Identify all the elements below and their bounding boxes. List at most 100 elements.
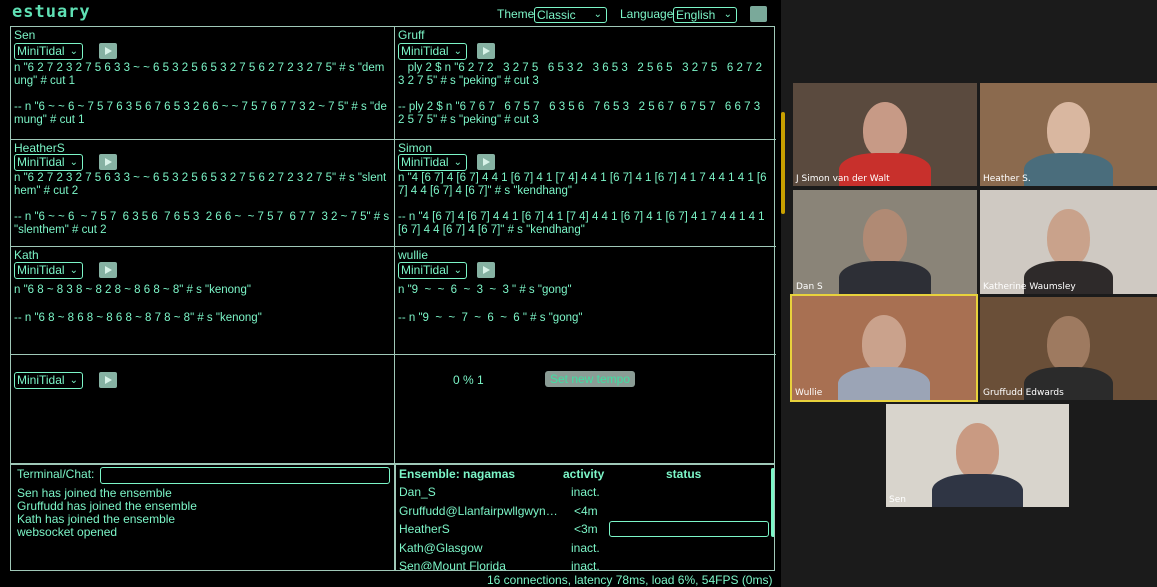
chevron-down-icon: ⌄ [69,375,78,386]
cell-name: Simon [398,141,433,155]
language-label: Language [620,7,674,21]
play-button[interactable] [99,262,117,278]
set-new-tempo-button[interactable]: Set new tempo [545,371,635,387]
play-button[interactable] [477,43,495,59]
top-bar: estuary Theme Classic ⌄ Language English… [0,0,781,25]
engine-select[interactable]: MiniTidal ⌄ [398,43,467,60]
video-tile[interactable]: J Simon van der Walt [793,83,977,186]
member-activity: inact. [571,559,600,571]
video-tile[interactable]: Heather S. [980,83,1157,186]
participant-name: Gruffudd Edwards [983,388,1064,398]
participant-name: Sen [889,495,906,505]
video-tile[interactable]: Katherine Waumsley [980,190,1157,294]
engine-select-value: MiniTidal [401,155,449,169]
panel-scrollbar[interactable] [781,112,785,214]
chevron-down-icon: ⌄ [723,9,732,20]
chevron-down-icon: ⌄ [453,265,462,276]
estuary-logo: estuary [12,2,91,22]
code-editor[interactable]: n "4 [6 7] 4 [6 7] 4 4 1 [6 7] 4 1 [7 4]… [398,172,772,237]
participant-shoulders [839,260,931,294]
ensemble-member: Sen@Mount Florida [399,559,506,571]
code-editor[interactable]: n "6 2 7 2 3 2 7 5 6 3 3 ~ ~ 6 5 3 2 5 6… [14,62,390,127]
chevron-down-icon: ⌄ [593,9,602,20]
cell-name: Sen [14,28,36,42]
participant-head [861,314,907,372]
engine-select[interactable]: MiniTidal ⌄ [14,154,83,171]
member-activity: inact. [571,485,600,499]
participant-shoulders [838,366,930,400]
participant-name: Dan S [796,282,823,292]
ensemble-member: Kath@Glasgow [399,541,483,555]
settings-button[interactable] [750,6,767,22]
connection-status: 16 connections, latency 78ms, load 6%, 5… [487,573,773,587]
play-button[interactable] [99,372,117,388]
engine-select[interactable]: MiniTidal ⌄ [14,43,83,60]
code-cell-empty: MiniTidal ⌄ [11,355,395,465]
code-cell-wullie: wullie MiniTidal ⌄ n "9 ~ ~ 6 ~ 3 ~ 3 " #… [395,247,776,355]
participant-head [1047,101,1090,159]
engine-select[interactable]: MiniTidal ⌄ [398,154,467,171]
video-tile[interactable]: Sen [886,404,1069,507]
play-button[interactable] [99,154,117,170]
engine-select-value: MiniTidal [17,155,65,169]
participant-head [862,208,908,266]
member-activity: inact. [571,541,600,555]
ensemble-scrollbar[interactable] [771,468,774,537]
participant-name: Heather S. [983,174,1031,184]
language-select-value: English [676,8,716,22]
ensemble-grid: Sen MiniTidal ⌄ n "6 2 7 2 3 2 7 5 6 3 3 … [10,26,776,465]
code-editor[interactable]: n "6 8 ~ 8 3 8 ~ 8 2 8 ~ 8 6 8 ~ 8" # s … [14,283,390,325]
chat-input[interactable] [100,467,390,484]
cell-name: wullie [398,248,429,262]
engine-select-value: MiniTidal [17,373,65,387]
chat-message: websocket opened [17,525,118,539]
member-activity: <4m [574,504,598,518]
engine-select-value: MiniTidal [17,263,65,277]
ensemble-member: Gruffudd@Llanfairpwllgwyn… [399,504,558,518]
engine-select-value: MiniTidal [17,44,65,58]
terminal-label: Terminal/Chat: [17,467,95,481]
play-button[interactable] [477,154,495,170]
chevron-down-icon: ⌄ [69,265,78,276]
engine-select[interactable]: MiniTidal ⌄ [14,372,83,389]
theme-select-value: Classic [537,8,576,22]
code-editor[interactable]: n "6 2 7 2 3 2 7 5 6 3 3 ~ ~ 6 5 3 2 5 6… [14,172,390,237]
status-input[interactable] [609,521,769,537]
code-editor[interactable]: n "9 ~ ~ 6 ~ 3 ~ 3 " # s "gong" -- n "9 … [398,283,772,325]
play-button[interactable] [99,43,117,59]
activity-header: activity [563,467,605,481]
engine-select-value: MiniTidal [401,263,449,277]
participant-name: Wullie [795,388,823,398]
chevron-down-icon: ⌄ [69,46,78,57]
code-cell-simon: Simon MiniTidal ⌄ n "4 [6 7] 4 [6 7] 4 4 … [395,140,776,247]
participant-head [862,101,908,159]
participant-shoulders [1024,153,1113,186]
participant-head [1047,315,1090,373]
play-button[interactable] [477,262,495,278]
terminal-chat: Terminal/Chat: Sen has joined the ensemb… [10,464,395,571]
engine-select[interactable]: MiniTidal ⌄ [14,262,83,279]
participant-head [1047,208,1090,266]
ensemble-status: Ensemble: nagamas activity status Dan_S … [395,464,775,571]
participant-name: Katherine Waumsley [983,282,1076,292]
engine-select[interactable]: MiniTidal ⌄ [398,262,467,279]
video-tile[interactable]: Gruffudd Edwards [980,297,1157,400]
estuary-app: estuary Theme Classic ⌄ Language English… [0,0,781,587]
ensemble-title: Ensemble: nagamas [399,467,516,481]
cell-name: Gruff [398,28,425,42]
video-tile[interactable]: Dan S [793,190,977,294]
code-cell-kath: Kath MiniTidal ⌄ n "6 8 ~ 8 3 8 ~ 8 2 8 ~… [11,247,395,355]
theme-select[interactable]: Classic ⌄ [534,7,607,23]
chevron-down-icon: ⌄ [453,46,462,57]
theme-label: Theme [497,7,535,21]
cell-name: HeatherS [14,141,65,155]
code-editor[interactable]: ply 2 $ n "6 2 7 2 3 2 7 5 6 5 3 2 3 6 5… [398,62,772,127]
participant-name: J Simon van der Walt [796,174,890,184]
member-activity: <3m [574,522,598,536]
language-select[interactable]: English ⌄ [673,7,737,23]
code-cell-gruff: Gruff MiniTidal ⌄ ply 2 $ n "6 2 7 2 3 2 … [395,27,776,140]
code-cell-sen: Sen MiniTidal ⌄ n "6 2 7 2 3 2 7 5 6 3 3 … [11,27,395,140]
video-call-panel: J Simon van der Walt Heather S. Dan S Ka… [781,0,1157,587]
video-tile-active-speaker[interactable]: Wullie [790,294,978,402]
ensemble-member: Dan_S [399,485,436,499]
